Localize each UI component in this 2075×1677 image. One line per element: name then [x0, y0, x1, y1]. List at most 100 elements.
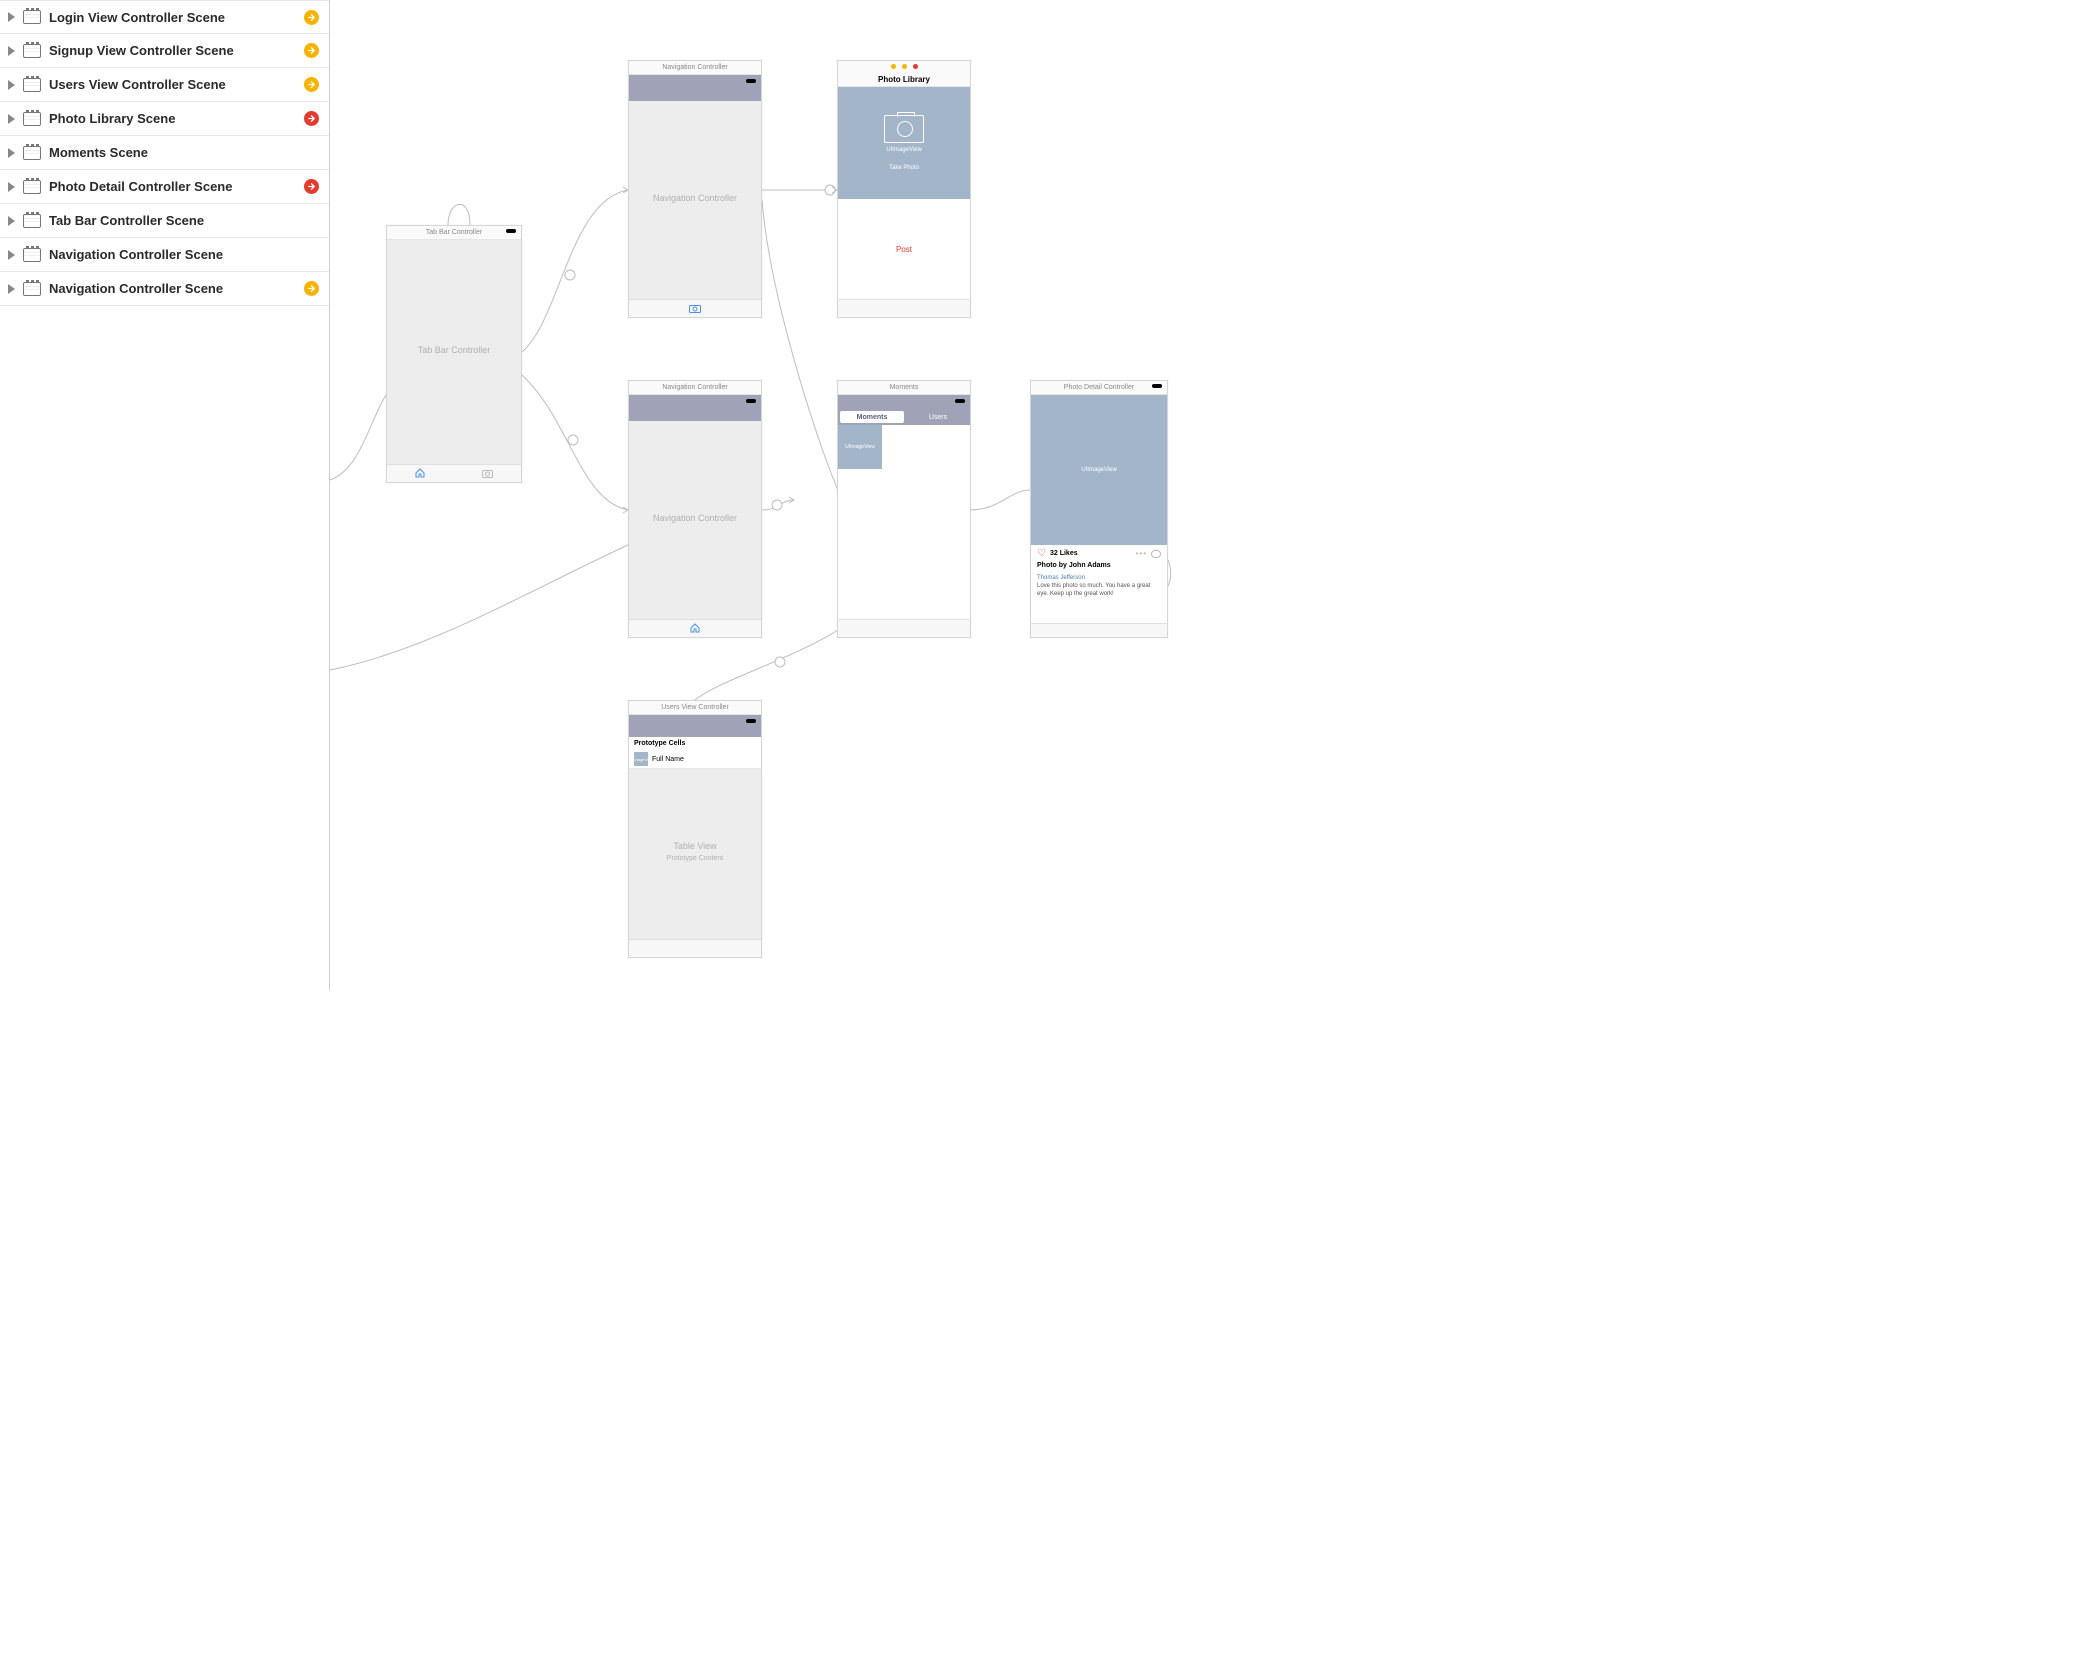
- scene-row[interactable]: Login View Controller Scene: [0, 0, 329, 34]
- likes-row: ♡ 32 Likes •••: [1031, 545, 1167, 562]
- tabbar: [629, 939, 761, 957]
- node-title: Moments: [838, 381, 970, 395]
- users-view-controller-node[interactable]: Users View Controller Prototype Cells UI…: [628, 700, 762, 958]
- placeholder-label: Navigation Controller: [629, 193, 761, 203]
- table-row[interactable]: UIImageView Full Name: [629, 750, 761, 769]
- viewcontroller-icon: [23, 214, 41, 228]
- scene-label: Users View Controller Scene: [49, 77, 304, 92]
- segmented-control[interactable]: Moments Users: [838, 409, 970, 425]
- viewcontroller-icon: [23, 44, 41, 58]
- scene-label: Login View Controller Scene: [49, 10, 304, 25]
- home-tab-icon[interactable]: [415, 466, 425, 481]
- node-title: Tab Bar Controller: [387, 226, 521, 240]
- placeholder-label: Navigation Controller: [629, 513, 761, 523]
- navbar-title: Photo Library: [838, 73, 970, 87]
- navbar: [629, 75, 761, 101]
- disclosure-triangle-icon[interactable]: [8, 182, 15, 192]
- tabbar: [629, 299, 761, 317]
- disclosure-triangle-icon[interactable]: [8, 12, 15, 22]
- comment-icon[interactable]: [1151, 550, 1161, 558]
- scene-row[interactable]: Photo Detail Controller Scene: [0, 170, 329, 204]
- statusbar-icon: [506, 229, 516, 233]
- disclosure-triangle-icon[interactable]: [8, 284, 15, 294]
- tabbar: [629, 619, 761, 637]
- navbar: [629, 715, 761, 737]
- statusbar-icon: [1152, 384, 1162, 388]
- node-title: Navigation Controller: [629, 381, 761, 395]
- viewcontroller-icon: [23, 78, 41, 92]
- scene-label: Navigation Controller Scene: [49, 247, 319, 262]
- camera-tab-icon[interactable]: [482, 466, 493, 481]
- warning-badge-icon[interactable]: [304, 10, 319, 25]
- scene-row[interactable]: Signup View Controller Scene: [0, 34, 329, 68]
- scene-row[interactable]: Navigation Controller Scene: [0, 272, 329, 306]
- statusbar-icon: [746, 719, 756, 723]
- tabbar-controller-node[interactable]: Tab Bar Controller Tab Bar Controller: [386, 225, 522, 483]
- disclosure-triangle-icon[interactable]: [8, 250, 15, 260]
- scene-row[interactable]: Tab Bar Controller Scene: [0, 204, 329, 238]
- scene-label: Signup View Controller Scene: [49, 43, 304, 58]
- tabbar: [838, 299, 970, 317]
- thumbnail-imageview[interactable]: UIImageView: [838, 425, 882, 469]
- viewcontroller-icon: [23, 10, 41, 24]
- placeholder-label: Tab Bar Controller: [387, 345, 521, 355]
- image-placeholder[interactable]: UIImageView Take Photo: [838, 87, 970, 199]
- thumbnail-imageview: UIImageView: [634, 752, 648, 766]
- tabbar: [838, 619, 970, 637]
- heart-icon[interactable]: ♡: [1037, 548, 1046, 559]
- node-title: Navigation Controller: [629, 61, 761, 75]
- cell-label: Full Name: [652, 756, 684, 763]
- disclosure-triangle-icon[interactable]: [8, 148, 15, 158]
- warning-badge-icon[interactable]: [304, 43, 319, 58]
- tableview-label: Table View: [629, 841, 761, 851]
- warning-badge-icon[interactable]: [304, 281, 319, 296]
- node-title: Photo Detail Controller: [1031, 381, 1167, 395]
- scene-label: Moments Scene: [49, 145, 319, 160]
- scene-row[interactable]: Users View Controller Scene: [0, 68, 329, 102]
- navbar: [629, 395, 761, 421]
- imageview-label: UIImageView: [886, 147, 922, 153]
- navbar: [838, 395, 970, 409]
- post-button[interactable]: Post: [896, 245, 912, 254]
- statusbar-icon: [955, 399, 965, 403]
- segment-users[interactable]: Users: [906, 409, 970, 425]
- nav-controller-node[interactable]: Navigation Controller Navigation Control…: [628, 380, 762, 638]
- likes-count: 32 Likes: [1050, 550, 1132, 557]
- disclosure-triangle-icon[interactable]: [8, 216, 15, 226]
- tabbar: [1031, 623, 1167, 637]
- scene-label: Photo Library Scene: [49, 111, 304, 126]
- scene-label: Navigation Controller Scene: [49, 281, 304, 296]
- error-badge-icon[interactable]: [304, 111, 319, 126]
- more-icon[interactable]: •••: [1136, 549, 1147, 558]
- nav-controller-node[interactable]: Navigation Controller Navigation Control…: [628, 60, 762, 318]
- disclosure-triangle-icon[interactable]: [8, 114, 15, 124]
- node-title: Users View Controller: [629, 701, 761, 715]
- statusbar-icon: [746, 79, 756, 83]
- take-photo-label: Take Photo: [889, 165, 919, 171]
- scene-outline-sidebar: Login View Controller Scene Signup View …: [0, 0, 330, 990]
- scene-row[interactable]: Navigation Controller Scene: [0, 238, 329, 272]
- photo-caption: Photo by John Adams: [1031, 562, 1167, 571]
- comment-author[interactable]: Thomas Jefferson: [1031, 571, 1167, 583]
- segment-moments[interactable]: Moments: [840, 411, 904, 423]
- storyboard-canvas[interactable]: Tab Bar Controller Tab Bar Controller Na…: [330, 0, 1227, 990]
- traffic-lights: [838, 61, 970, 73]
- photo-library-node[interactable]: Photo Library UIImageView Take Photo Pos…: [837, 60, 971, 318]
- prototype-content-label: Prototype Content: [629, 855, 761, 862]
- home-tab-icon[interactable]: [690, 621, 700, 636]
- comment-body: Love this photo so much. You have a grea…: [1031, 583, 1167, 603]
- moments-node[interactable]: Moments Moments Users UIImageView: [837, 380, 971, 638]
- viewcontroller-icon: [23, 146, 41, 160]
- scene-label: Tab Bar Controller Scene: [49, 213, 319, 228]
- scene-row[interactable]: Photo Library Scene: [0, 102, 329, 136]
- error-badge-icon[interactable]: [304, 179, 319, 194]
- viewcontroller-icon: [23, 112, 41, 126]
- disclosure-triangle-icon[interactable]: [8, 80, 15, 90]
- camera-tab-icon[interactable]: [689, 301, 701, 316]
- scene-row[interactable]: Moments Scene: [0, 136, 329, 170]
- warning-badge-icon[interactable]: [304, 77, 319, 92]
- detail-imageview[interactable]: UIImageView: [1031, 395, 1167, 545]
- photo-detail-node[interactable]: Photo Detail Controller UIImageView ♡ 32…: [1030, 380, 1168, 638]
- viewcontroller-icon: [23, 248, 41, 262]
- disclosure-triangle-icon[interactable]: [8, 46, 15, 56]
